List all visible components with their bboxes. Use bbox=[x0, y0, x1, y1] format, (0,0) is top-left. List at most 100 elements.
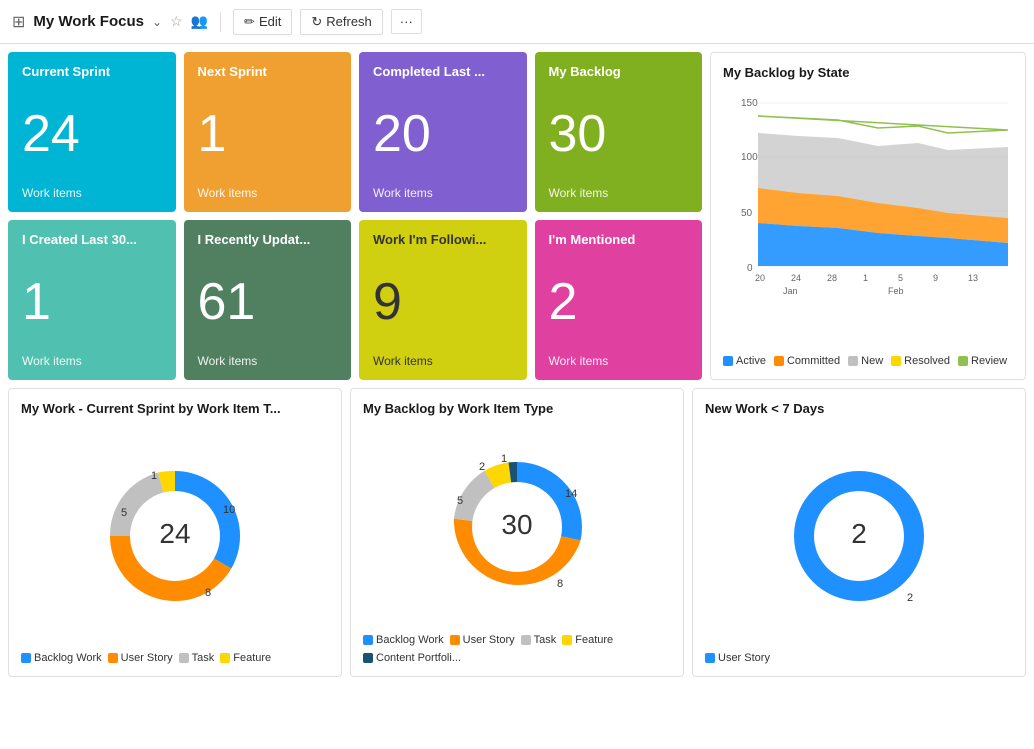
more-button[interactable]: ··· bbox=[391, 9, 422, 34]
svg-text:5: 5 bbox=[121, 507, 127, 519]
legend-user-story-2: User Story bbox=[450, 634, 515, 646]
main-content: Current Sprint 24 Work items Next Sprint… bbox=[0, 44, 1034, 685]
current-sprint-donut-legend: Backlog Work User Story Task Feature bbox=[21, 652, 329, 664]
backlog-state-legend: Active Committed New Resolved Review bbox=[723, 355, 1013, 367]
backlog-state-chart: 150 100 50 0 bbox=[723, 88, 1013, 347]
svg-text:2: 2 bbox=[907, 592, 913, 604]
tiles-container: Current Sprint 24 Work items Next Sprint… bbox=[8, 52, 702, 380]
committed-label: Committed bbox=[787, 355, 840, 367]
top-section: Current Sprint 24 Work items Next Sprint… bbox=[8, 52, 1026, 380]
feature-dot bbox=[220, 653, 230, 663]
legend-committed: Committed bbox=[774, 355, 840, 367]
user-story-label-2: User Story bbox=[463, 634, 515, 646]
backlog-donut-container: 30 14 8 5 2 1 bbox=[363, 424, 671, 630]
svg-text:24: 24 bbox=[159, 518, 190, 549]
current-sprint-donut-svg: 24 10 8 5 1 bbox=[75, 441, 275, 631]
favorite-icon[interactable]: ☆ bbox=[170, 13, 183, 30]
current-sprint-donut-title: My Work - Current Sprint by Work Item T.… bbox=[21, 401, 329, 416]
i-created-number: 1 bbox=[22, 251, 162, 354]
svg-text:10: 10 bbox=[223, 504, 235, 516]
backlog-donut-title: My Backlog by Work Item Type bbox=[363, 401, 671, 416]
tiles-row-2: I Created Last 30... 1 Work items I Rece… bbox=[8, 220, 702, 380]
feature-label-2: Feature bbox=[575, 634, 613, 646]
current-sprint-tile[interactable]: Current Sprint 24 Work items bbox=[8, 52, 176, 212]
legend-active: Active bbox=[723, 355, 766, 367]
svg-text:Feb: Feb bbox=[888, 286, 904, 296]
svg-text:50: 50 bbox=[741, 208, 753, 219]
new-label: New bbox=[861, 355, 883, 367]
legend-user-story: User Story bbox=[108, 652, 173, 664]
backlog-work-dot bbox=[21, 653, 31, 663]
work-following-tile[interactable]: Work I'm Followi... 9 Work items bbox=[359, 220, 527, 380]
header: ⊞ My Work Focus ⌄ ☆ 👥 ✏ Edit ↻ Refresh ·… bbox=[0, 0, 1034, 44]
im-mentioned-subtitle: Work items bbox=[549, 354, 689, 368]
im-mentioned-tile[interactable]: I'm Mentioned 2 Work items bbox=[535, 220, 703, 380]
legend-content-portfolio: Content Portfoli... bbox=[363, 652, 461, 664]
completed-last-number: 20 bbox=[373, 83, 513, 186]
i-created-tile[interactable]: I Created Last 30... 1 Work items bbox=[8, 220, 176, 380]
team-icon[interactable]: 👥 bbox=[191, 13, 208, 30]
legend-backlog-work-2: Backlog Work bbox=[363, 634, 444, 646]
work-following-title: Work I'm Followi... bbox=[373, 232, 513, 247]
svg-text:0: 0 bbox=[747, 263, 753, 274]
i-created-title: I Created Last 30... bbox=[22, 232, 162, 247]
svg-text:100: 100 bbox=[741, 152, 758, 163]
my-backlog-tile[interactable]: My Backlog 30 Work items bbox=[535, 52, 703, 212]
i-recently-number: 61 bbox=[198, 251, 338, 354]
resolved-dot bbox=[891, 356, 901, 366]
review-dot bbox=[958, 356, 968, 366]
im-mentioned-number: 2 bbox=[549, 251, 689, 354]
new-work-donut-title: New Work < 7 Days bbox=[705, 401, 1013, 416]
svg-text:8: 8 bbox=[557, 578, 563, 590]
svg-text:1: 1 bbox=[501, 453, 507, 465]
next-sprint-number: 1 bbox=[198, 83, 338, 186]
content-portfolio-label: Content Portfoli... bbox=[376, 652, 461, 664]
refresh-icon: ↻ bbox=[311, 14, 322, 30]
user-story-label: User Story bbox=[121, 652, 173, 664]
title-chevron-icon[interactable]: ⌄ bbox=[152, 15, 162, 29]
task-dot bbox=[179, 653, 189, 663]
completed-last-title: Completed Last ... bbox=[373, 64, 513, 79]
next-sprint-subtitle: Work items bbox=[198, 186, 338, 200]
legend-task: Task bbox=[179, 652, 215, 664]
user-story-label-3: User Story bbox=[718, 652, 770, 664]
next-sprint-tile[interactable]: Next Sprint 1 Work items bbox=[184, 52, 352, 212]
refresh-button[interactable]: ↻ Refresh bbox=[300, 9, 382, 35]
current-sprint-number: 24 bbox=[22, 83, 162, 186]
backlog-state-chart-panel: My Backlog by State 150 100 50 0 bbox=[710, 52, 1026, 380]
legend-task-2: Task bbox=[521, 634, 557, 646]
svg-text:24: 24 bbox=[791, 273, 801, 283]
backlog-work-label: Backlog Work bbox=[34, 652, 102, 664]
new-work-donut-svg: 2 2 bbox=[759, 441, 959, 631]
new-dot bbox=[848, 356, 858, 366]
backlog-donut-legend: Backlog Work User Story Task Feature Con… bbox=[363, 634, 671, 664]
svg-text:20: 20 bbox=[755, 273, 765, 283]
work-following-number: 9 bbox=[373, 251, 513, 354]
current-sprint-donut-panel: My Work - Current Sprint by Work Item T.… bbox=[8, 388, 342, 677]
backlog-donut-svg: 30 14 8 5 2 1 bbox=[417, 432, 617, 622]
legend-new: New bbox=[848, 355, 883, 367]
svg-text:Jan: Jan bbox=[783, 286, 798, 296]
svg-text:13: 13 bbox=[968, 273, 978, 283]
current-sprint-subtitle: Work items bbox=[22, 186, 162, 200]
svg-text:2: 2 bbox=[851, 518, 867, 549]
i-created-subtitle: Work items bbox=[22, 354, 162, 368]
i-recently-subtitle: Work items bbox=[198, 354, 338, 368]
feature-dot-2 bbox=[562, 635, 572, 645]
user-story-dot-2 bbox=[450, 635, 460, 645]
legend-user-story-3: User Story bbox=[705, 652, 770, 664]
svg-text:30: 30 bbox=[501, 509, 532, 540]
svg-text:1: 1 bbox=[151, 470, 157, 482]
edit-button[interactable]: ✏ Edit bbox=[233, 9, 292, 35]
svg-text:5: 5 bbox=[457, 495, 463, 507]
page-title: My Work Focus bbox=[33, 13, 144, 30]
svg-text:5: 5 bbox=[898, 273, 903, 283]
new-work-donut-container: 2 2 bbox=[705, 424, 1013, 648]
svg-text:150: 150 bbox=[741, 98, 758, 109]
new-work-donut-panel: New Work < 7 Days 2 2 User Story bbox=[692, 388, 1026, 677]
legend-resolved: Resolved bbox=[891, 355, 950, 367]
i-recently-tile[interactable]: I Recently Updat... 61 Work items bbox=[184, 220, 352, 380]
task-dot-2 bbox=[521, 635, 531, 645]
my-backlog-title: My Backlog bbox=[549, 64, 689, 79]
completed-last-tile[interactable]: Completed Last ... 20 Work items bbox=[359, 52, 527, 212]
